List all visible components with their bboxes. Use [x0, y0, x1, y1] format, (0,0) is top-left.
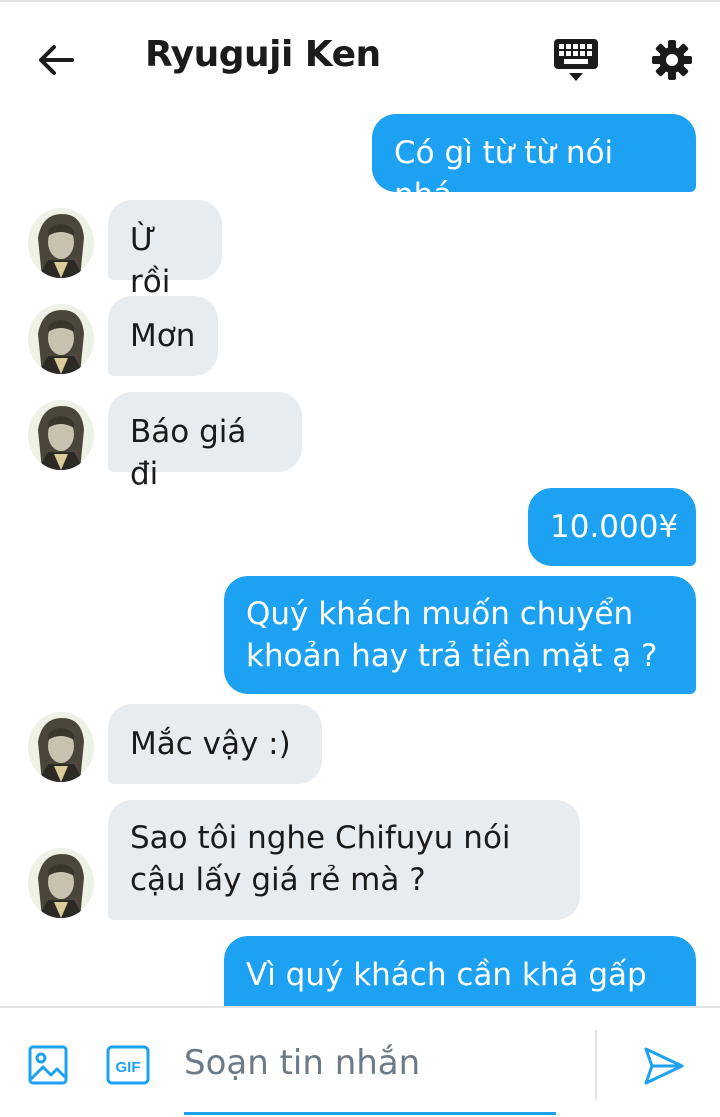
message-outgoing[interactable]: Có gì từ từ nói nhá [372, 114, 696, 213]
message-incoming[interactable]: Sao tôi nghe Chifuyu nói cậu lấy giá rẻ … [108, 800, 580, 920]
avatar[interactable] [28, 400, 94, 470]
chat-header: Ryuguji Ken [0, 2, 720, 106]
message-incoming[interactable]: Mắc vậy :) [108, 704, 322, 784]
message-composer: GIF [0, 1006, 720, 1117]
message-outgoing[interactable]: 10.000¥ [528, 488, 696, 566]
settings-gear-icon[interactable] [648, 36, 696, 84]
avatar[interactable] [28, 304, 94, 374]
gif-label: GIF [116, 1059, 141, 1076]
message-text: Vì quý khách cần khá gấp [246, 957, 647, 993]
message-text: Mơn [130, 318, 196, 354]
keyboard-icon[interactable] [552, 36, 600, 84]
message-text: Có gì từ từ nói nhá [394, 135, 614, 213]
message-incoming[interactable]: Báo giá đi [108, 392, 302, 492]
message-outgoing[interactable]: Quý khách muốn chuyển khoản hay trả tiền… [224, 576, 696, 694]
message-incoming[interactable]: Mơn [108, 296, 218, 376]
conversation-title: Ryuguji Ken [145, 34, 381, 75]
message-input[interactable] [184, 1038, 556, 1088]
avatar[interactable] [28, 208, 94, 278]
message-text: 10.000¥ [550, 509, 679, 545]
image-icon[interactable] [28, 1045, 68, 1085]
message-text: Quý khách muốn chuyển khoản hay trả tiền… [246, 596, 658, 674]
message-incoming[interactable]: Ừ rồi [108, 200, 222, 300]
message-list[interactable]: Có gì từ từ nói nhá Ừ rồi Mơn Báo giá đi… [0, 106, 720, 1006]
message-text: Mắc vậy :) [130, 726, 291, 762]
composer-divider [595, 1030, 597, 1100]
message-text: Báo giá đi [130, 414, 247, 492]
back-arrow-icon[interactable] [34, 38, 78, 82]
avatar[interactable] [28, 712, 94, 782]
send-icon[interactable] [642, 1044, 686, 1088]
gif-icon[interactable]: GIF [106, 1045, 150, 1085]
message-outgoing[interactable]: Vì quý khách cần khá gấp [224, 936, 696, 1006]
avatar[interactable] [28, 848, 94, 918]
message-text: Ừ rồi [130, 222, 171, 300]
message-text: Sao tôi nghe Chifuyu nói cậu lấy giá rẻ … [130, 820, 511, 898]
